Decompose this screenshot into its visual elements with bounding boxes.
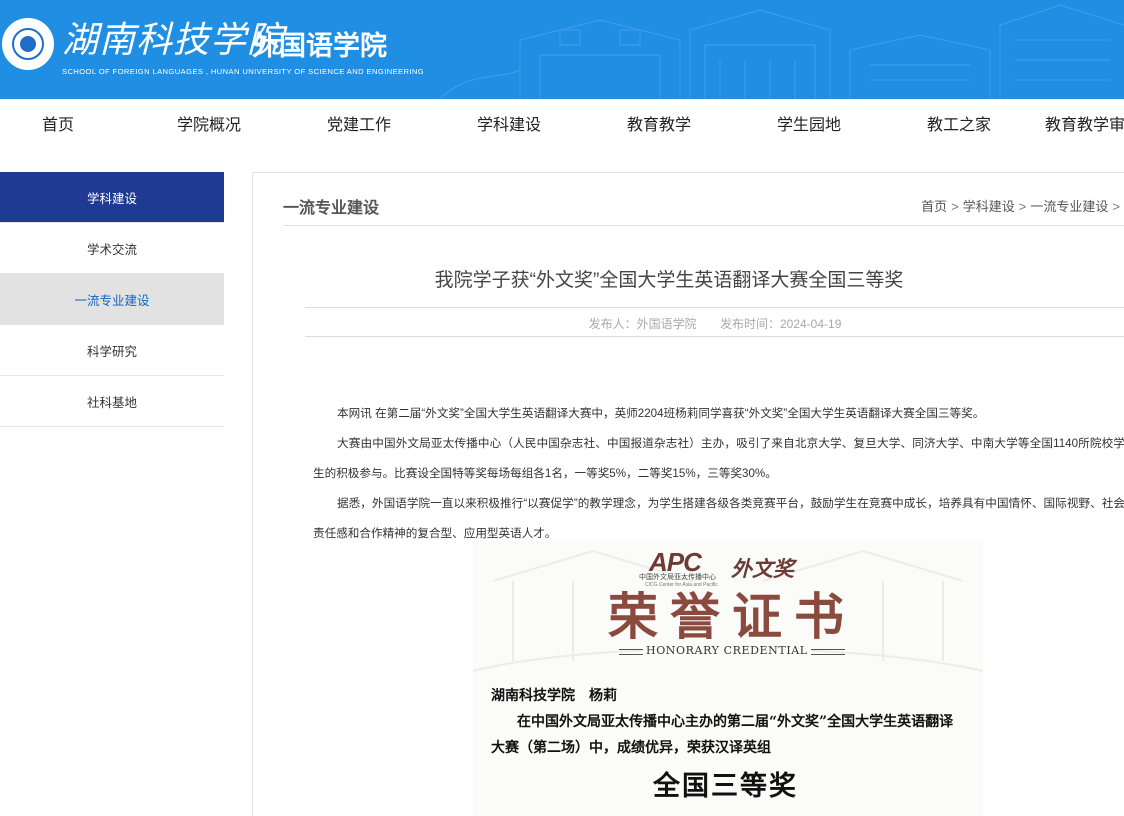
university-name: 湖南科技学院 bbox=[62, 20, 285, 61]
sidebar-heading: 学科建设 bbox=[0, 172, 224, 223]
certificate-award: 全国三等奖 bbox=[653, 771, 798, 802]
school-name-english: SCHOOL OF FOREIGN LANGUAGES , HUNAN UNIV… bbox=[62, 67, 425, 76]
award-logo: 外文奖 bbox=[731, 556, 794, 581]
breadcrumb-separator: > bbox=[1018, 199, 1027, 214]
nav-item-students[interactable]: 学生园地 bbox=[777, 111, 841, 135]
meta-divider bbox=[305, 336, 1124, 337]
article-paragraph: 据悉，外国语学院一直以来积极推行“以赛促学”的教学理念，为学生搭建各级各类竞赛平… bbox=[313, 497, 1124, 540]
certificate-text-line: 在中国外文局亚太传播中心主办的第二届“外文奖”全国大学生英语翻译 bbox=[517, 714, 954, 730]
nav-item-teaching-review[interactable]: 教育教学审 bbox=[1045, 111, 1124, 135]
nav-item-about[interactable]: 学院概况 bbox=[177, 111, 241, 135]
nav-item-home[interactable]: 首页 bbox=[42, 111, 74, 135]
breadcrumb-separator: > bbox=[951, 199, 959, 214]
school-name: 外国语学院 bbox=[252, 31, 387, 61]
certificate-title: 荣誉证书 bbox=[608, 587, 856, 646]
certificate-image: APC 中国外文局亚太传播中心 CICG Center for Asia and… bbox=[473, 541, 983, 816]
article-publish-time: 发布时间：2024-04-19 bbox=[719, 317, 842, 331]
apc-logo-subtitle: 中国外文局亚太传播中心 bbox=[639, 574, 716, 581]
sidebar-item-first-class-major[interactable]: 一流专业建设 bbox=[0, 274, 224, 325]
main-nav: 首页 学院概况 党建工作 学科建设 教育教学 学生园地 教工之家 教育教学审 bbox=[0, 99, 1124, 145]
nav-item-party[interactable]: 党建工作 bbox=[327, 111, 391, 135]
article-paragraph: 大赛由中国外文局亚太传播中心（人民中国杂志社、中国报道杂志社）主办，吸引了来自北… bbox=[313, 437, 1124, 480]
breadcrumb: 首页 > 学科建设 > 一流专业建设 > bbox=[921, 196, 1124, 215]
title-divider bbox=[305, 307, 1124, 308]
section-title: 一流专业建设 bbox=[283, 200, 380, 217]
site-header: 湖南科技学院 外国语学院 SCHOOL OF FOREIGN LANGUAGES… bbox=[0, 0, 1124, 99]
logo-ring bbox=[12, 28, 44, 60]
certificate-title-en: HONORARY CREDENTIAL bbox=[643, 644, 811, 657]
article-publisher: 发布人：外国语学院 bbox=[588, 317, 697, 331]
breadcrumb-first-class-major[interactable]: 一流专业建设 bbox=[1030, 199, 1108, 214]
nav-item-staff[interactable]: 教工之家 bbox=[927, 111, 991, 135]
article-body: 本网讯 在第二届“外文奖”全国大学生英语翻译大赛中，英师2204班杨莉同学喜获“… bbox=[313, 399, 1124, 549]
certificate-recipient: 湖南科技学院 杨莉 bbox=[491, 688, 617, 704]
article-title: 我院学子获“外文奖”全国大学生英语翻译大赛全国三等奖 bbox=[434, 270, 904, 291]
article-meta: 发布人：外国语学院 发布时间：2024-04-19 bbox=[305, 315, 1124, 332]
sidebar: 学科建设 学术交流 一流专业建设 科学研究 社科基地 bbox=[0, 172, 224, 427]
breadcrumb-separator: > bbox=[1112, 199, 1120, 214]
logo-core bbox=[20, 36, 36, 52]
sidebar-item-research[interactable]: 科学研究 bbox=[0, 325, 224, 376]
university-logo[interactable] bbox=[2, 18, 54, 70]
breadcrumb-discipline[interactable]: 学科建设 bbox=[963, 199, 1015, 214]
certificate-text-line: 大赛（第二场）中，成绩优异，荣获汉译英组 bbox=[491, 740, 771, 756]
nav-item-teaching[interactable]: 教育教学 bbox=[627, 111, 691, 135]
sidebar-item-academic-exchange[interactable]: 学术交流 bbox=[0, 223, 224, 274]
section-divider bbox=[283, 225, 1124, 226]
article-paragraph: 本网讯 在第二届“外文奖”全国大学生英语翻译大赛中，英师2204班杨莉同学喜获“… bbox=[337, 407, 985, 420]
nav-item-discipline[interactable]: 学科建设 bbox=[477, 111, 541, 135]
breadcrumb-home[interactable]: 首页 bbox=[921, 199, 947, 214]
sidebar-item-social-science-base[interactable]: 社科基地 bbox=[0, 376, 224, 427]
